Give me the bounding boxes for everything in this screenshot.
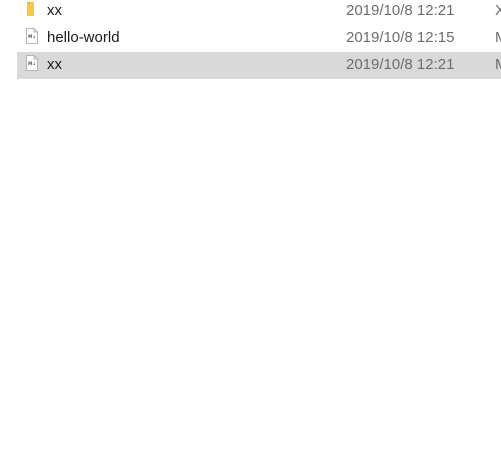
date-modified: 2019/10/8 12:21 <box>346 2 455 19</box>
file-type: M <box>495 56 501 73</box>
date-modified: 2019/10/8 12:15 <box>346 29 455 46</box>
file-row-xx-markdown[interactable]: M↓ xx 2019/10/8 12:21 M <box>17 52 501 79</box>
file-name: xx <box>47 56 62 73</box>
file-list: xx 2019/10/8 12:21 X M↓ hello-world 2019… <box>0 0 501 459</box>
svg-text:M↓: M↓ <box>28 61 36 66</box>
folder-icon <box>27 2 34 16</box>
file-row-hello-world[interactable]: M↓ hello-world 2019/10/8 12:15 M <box>17 25 501 52</box>
markdown-file-icon: M↓ <box>26 28 38 44</box>
file-type: M <box>495 29 501 46</box>
file-type: X <box>495 2 501 19</box>
date-modified: 2019/10/8 12:21 <box>346 56 455 73</box>
file-name: xx <box>47 2 62 19</box>
svg-text:M↓: M↓ <box>28 34 36 39</box>
file-name: hello-world <box>47 29 120 46</box>
file-row-xx-folder[interactable]: xx 2019/10/8 12:21 X <box>17 0 501 25</box>
markdown-file-icon: M↓ <box>26 55 38 71</box>
